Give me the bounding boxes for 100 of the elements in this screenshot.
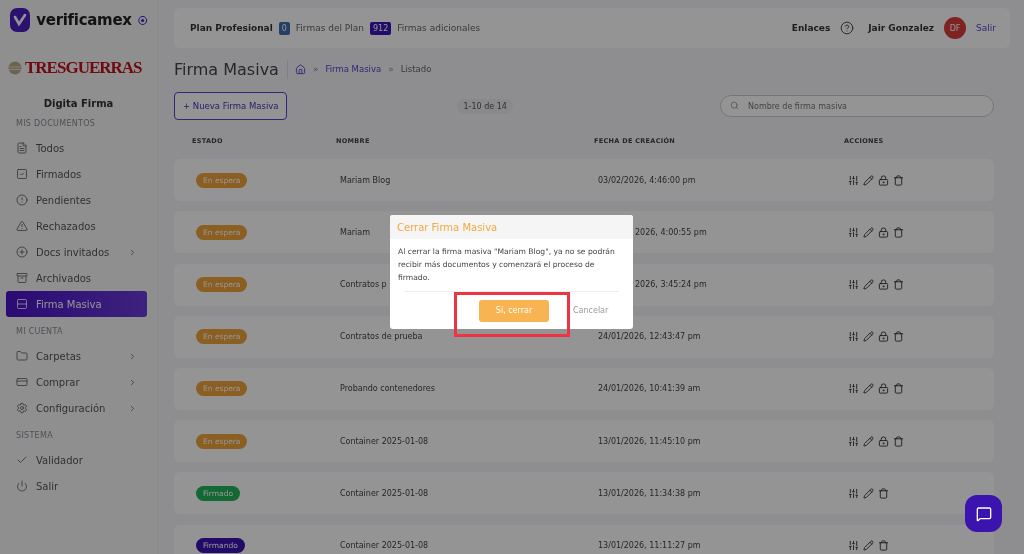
pencil-icon[interactable] [863, 226, 874, 238]
date-cell: 13/01/2026, 11:45:10 pm [598, 436, 701, 446]
date-cell: 13/01/2026, 11:34:38 pm [598, 488, 701, 498]
check-icon [16, 454, 28, 466]
date-cell: 03/02/2026, 4:46:00 pm [598, 175, 696, 185]
home-icon[interactable] [294, 63, 306, 75]
globe-icon [8, 61, 22, 75]
settings-icon [16, 402, 28, 414]
sidebar-item[interactable]: Configuración [6, 395, 147, 421]
sidebar-item[interactable]: Pendientes [6, 187, 147, 213]
trash-icon[interactable] [893, 331, 904, 343]
sliders-icon[interactable] [848, 540, 859, 551]
trash-icon[interactable] [893, 383, 904, 395]
logout-link[interactable]: Salir [976, 23, 996, 33]
sidebar-item[interactable]: Docs invitados [6, 239, 147, 265]
company-logo: TRESGUERRAS [25, 58, 142, 78]
name-cell: Container 2025-01-08 [340, 488, 429, 498]
lock-icon[interactable] [878, 383, 889, 395]
brand-name: verificamex [36, 11, 132, 29]
search-icon [730, 101, 739, 110]
breadcrumb-separator: » [388, 64, 394, 74]
sliders-icon[interactable] [848, 487, 859, 499]
date-cell-text: 2026, 3:45:24 pm [634, 280, 707, 290]
pencil-icon[interactable] [863, 174, 874, 186]
dialog-title: Cerrar Firma Masiva [397, 221, 498, 233]
sidebar-item[interactable]: Rechazados [6, 213, 147, 239]
trash-icon[interactable] [893, 226, 904, 238]
pencil-icon[interactable] [863, 487, 874, 499]
sliders-icon[interactable] [848, 226, 859, 238]
search-field[interactable]: Nombre de firma masiva [720, 95, 994, 117]
name-cell: Contratos p [340, 280, 387, 290]
lock-icon[interactable] [878, 331, 889, 343]
checkbox-icon [16, 168, 28, 180]
power-icon [16, 480, 28, 492]
sidebar-item[interactable]: Comprar [6, 369, 147, 395]
page-title: Firma Masiva [174, 59, 288, 79]
sidebar-item[interactable]: Salir [6, 473, 147, 499]
sliders-icon[interactable] [848, 435, 859, 447]
trash-icon[interactable] [893, 279, 904, 291]
new-button[interactable]: + Nueva Firma Masiva [174, 92, 288, 120]
user-avatar[interactable]: DF [944, 17, 967, 39]
sidebar-item[interactable]: Todos [6, 135, 147, 161]
sidebar-item[interactable]: Firmados [6, 161, 147, 187]
archive-icon [16, 272, 28, 284]
alert-icon [16, 194, 28, 206]
sidebar-item[interactable]: Archivados [6, 265, 147, 291]
breadcrumb-item[interactable]: Firma Masiva [325, 64, 382, 74]
chat-button[interactable] [965, 495, 1002, 532]
date-cell: 24/01/2026, 10:41:39 am [598, 384, 701, 394]
trash-icon[interactable] [878, 487, 889, 499]
folder-icon [16, 350, 28, 362]
plan-name: Plan Profesional [190, 23, 273, 33]
trash-icon[interactable] [893, 174, 904, 186]
chevron-right-icon [128, 247, 137, 257]
lock-icon[interactable] [878, 279, 889, 291]
cancel-button[interactable]: Cancelar [573, 306, 609, 315]
pencil-icon[interactable] [863, 331, 874, 343]
sidebar-item[interactable]: Firma Masiva [6, 291, 147, 317]
pencil-icon[interactable] [863, 540, 874, 551]
card-icon [16, 376, 28, 388]
date-cell: 13/01/2026, 11:11:27 pm [598, 541, 701, 550]
breadcrumb-item: Listado [400, 64, 432, 74]
pencil-icon[interactable] [863, 383, 874, 395]
sidebar-item[interactable]: Validador [6, 447, 147, 473]
stack-icon [16, 298, 28, 310]
lock-icon[interactable] [878, 174, 889, 186]
name-cell: Probando contenedores [340, 384, 435, 394]
sidebar-item[interactable]: Carpetas [6, 343, 147, 369]
lock-icon[interactable] [878, 226, 889, 238]
extra-count: 912 [370, 21, 392, 35]
trash-icon[interactable] [878, 540, 889, 551]
sliders-icon[interactable] [848, 383, 859, 395]
name-cell: Container 2025-01-08 [340, 436, 429, 446]
lock-icon[interactable] [878, 435, 889, 447]
user-name: Jair Gonzalez [868, 23, 935, 33]
trash-icon[interactable] [893, 435, 904, 447]
product-name: Digita Firma [42, 98, 115, 109]
date-cell-text: 2026, 4:00:55 pm [634, 227, 707, 237]
extra-label: Firmas adicionales [397, 23, 481, 33]
name-cell: Mariam [340, 227, 370, 237]
logo-icon [10, 8, 31, 32]
breadcrumb-separator: » [312, 64, 319, 74]
warning-icon [16, 220, 28, 232]
section-title: MIS DOCUMENTOS [15, 119, 97, 128]
pencil-icon[interactable] [863, 279, 874, 291]
sliders-icon[interactable] [848, 331, 859, 343]
name-cell: Mariam Blog [340, 175, 391, 185]
plan-label: Firmas del Plan [295, 23, 364, 33]
section-title: MI CUENTA [15, 327, 64, 336]
sliders-icon[interactable] [848, 279, 859, 291]
help-icon[interactable] [840, 21, 855, 35]
chevron-right-icon [128, 351, 137, 361]
sliders-icon[interactable] [848, 174, 859, 186]
plan-count: 0 [278, 21, 290, 35]
document-icon [16, 142, 28, 154]
name-cell: Container 2025-01-08 [340, 541, 429, 550]
chat-icon [975, 505, 992, 522]
chevron-right-icon [128, 377, 137, 387]
pencil-icon[interactable] [863, 435, 874, 447]
links-link[interactable]: Enlaces [791, 23, 831, 33]
